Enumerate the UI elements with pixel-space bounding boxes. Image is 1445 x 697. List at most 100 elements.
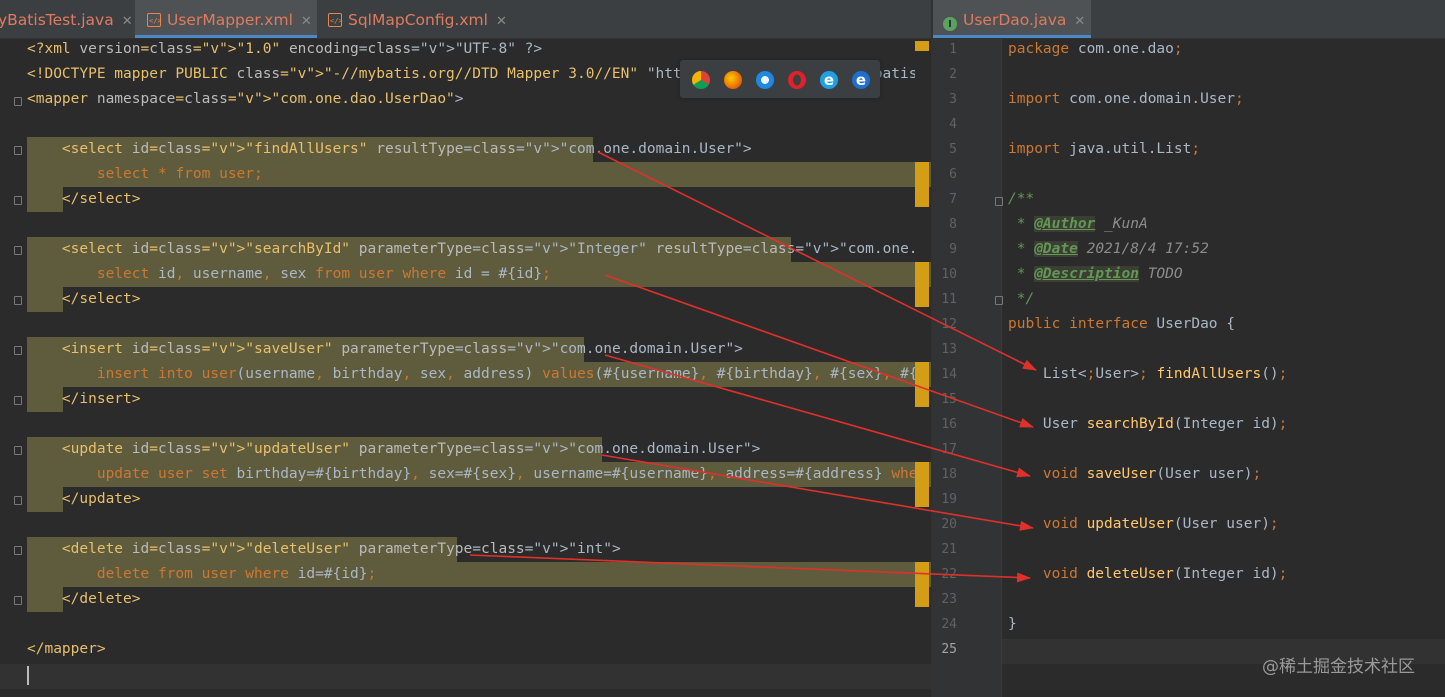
code-text: <update id=class="v">"updateUser" parame… [61, 441, 761, 457]
chrome-icon[interactable] [692, 71, 710, 89]
java-code-line: import java.util.List; [1008, 141, 1201, 157]
error-stripe-mark[interactable] [915, 462, 929, 507]
line-number: 8 [949, 217, 957, 232]
code-text: </select> [61, 191, 141, 207]
error-stripe-mark[interactable] [915, 162, 929, 207]
java-code-line: } [1008, 616, 1017, 632]
tab-label: yBatisTest.java [0, 11, 114, 29]
xml-code-line: </mapper> [0, 637, 915, 662]
left-editor-tabbar: yBatisTest.java ✕ UserMapper.xml ✕ SqlMapC… [0, 0, 931, 39]
line-number: 18 [941, 467, 957, 482]
code-text: </delete> [61, 591, 141, 607]
xml-file-icon [328, 1, 343, 38]
code-text: <mapper namespace=class="v">"com.one.dao… [27, 91, 464, 107]
code-text: delete from user where id=#{id}; [96, 566, 377, 582]
tab-label: UserMapper.xml [167, 11, 293, 29]
tab-userdao-java[interactable]: I UserDao.java ✕ [933, 0, 1091, 38]
line-number: 13 [941, 342, 957, 357]
line-number: 17 [941, 442, 957, 457]
code-text: <select id=class="v">"findAllUsers" resu… [61, 141, 752, 157]
xml-code-line: insert into user(username, birthday, sex… [0, 362, 915, 387]
java-code-line: * @Author _KunA [1008, 216, 1148, 232]
xml-code-line [0, 312, 915, 337]
right-editor-tabbar: I UserDao.java ✕ [933, 0, 1445, 39]
line-number: 16 [941, 417, 957, 432]
close-icon[interactable]: ✕ [122, 14, 133, 29]
xml-code-line [0, 212, 915, 237]
java-code-line: void saveUser(User user); [1042, 466, 1262, 482]
text-caret [27, 666, 29, 685]
code-text: <delete id=class="v">"deleteUser" parame… [61, 541, 621, 557]
line-number: 24 [941, 617, 957, 632]
line-number: 10 [941, 267, 957, 282]
opera-icon[interactable] [788, 71, 806, 89]
code-text: select id, username, sex from user where… [96, 266, 551, 282]
java-code-line: * @Description TODO [1008, 266, 1183, 282]
tab-mybatistest-java[interactable]: yBatisTest.java ✕ [0, 0, 133, 38]
xml-code-line: select * from user; [0, 162, 915, 187]
close-icon[interactable]: ✕ [301, 14, 312, 29]
xml-code-line: update user set birthday=#{birthday}, se… [0, 462, 915, 487]
line-number: 5 [949, 142, 957, 157]
java-gutter: 1 2 3 4 5 6 7 8 9 10 11 12 13 14 15 16 17 18 19 20 21 22 23 24 2… [933, 39, 1002, 697]
xml-code-line [0, 612, 915, 637]
code-text: <insert id=class="v">"saveUser" paramete… [61, 341, 743, 357]
error-stripe-mark[interactable] [915, 41, 929, 51]
line-number: 6 [949, 167, 957, 182]
error-stripe-mark[interactable] [915, 262, 929, 307]
xml-code-line [0, 662, 915, 687]
edge-icon[interactable]: e [852, 71, 870, 89]
xml-code-line: <select id=class="v">"searchById" parame… [0, 237, 915, 262]
java-editor[interactable]: 1 2 3 4 5 6 7 8 9 10 11 12 13 14 15 16 17 18 19 20 21 22 23 24 2… [933, 39, 1445, 697]
code-text: insert into user(username, birthday, sex… [96, 366, 915, 382]
xml-code-line: </select> [0, 187, 915, 212]
xml-code-line: <select id=class="v">"findAllUsers" resu… [0, 137, 915, 162]
line-number: 2 [949, 67, 957, 82]
xml-file-icon [147, 1, 162, 38]
java-code-line: import com.one.domain.User; [1008, 91, 1244, 107]
code-text: </update> [61, 491, 141, 507]
java-code-line: public interface UserDao { [1008, 316, 1236, 332]
xml-code-line: </delete> [0, 587, 915, 612]
code-text: select * from user; [96, 166, 263, 182]
code-text: <select id=class="v">"searchById" parame… [61, 241, 915, 257]
firefox-icon[interactable] [724, 71, 742, 89]
line-number: 22 [941, 567, 957, 582]
xml-code-line: </select> [0, 287, 915, 312]
java-code-line: User searchById(Integer id); [1008, 416, 1288, 432]
fold-icon[interactable] [995, 197, 1003, 206]
xml-code-line [0, 412, 915, 437]
xml-code-line: </insert> [0, 387, 915, 412]
line-number: 12 [941, 317, 957, 332]
xml-code-line: <delete id=class="v">"deleteUser" parame… [0, 537, 915, 562]
browser-preview-bar: e e [680, 60, 880, 98]
tab-sqlmapconfig-xml[interactable]: SqlMapConfig.xml ✕ [318, 0, 528, 38]
error-stripe-mark[interactable] [915, 562, 929, 607]
java-code-line: List<;User>; findAllUsers(); [1008, 366, 1288, 382]
tab-label: SqlMapConfig.xml [348, 11, 488, 29]
code-text: </mapper> [27, 641, 106, 657]
xml-code-line: <update id=class="v">"updateUser" parame… [0, 437, 915, 462]
xml-code-line: <insert id=class="v">"saveUser" paramete… [0, 337, 915, 362]
java-code-line: * @Date 2021/8/4 17:52 [1008, 241, 1209, 257]
line-number: 11 [941, 292, 957, 307]
java-code-line: */ [1008, 291, 1035, 307]
ie-icon[interactable]: e [820, 71, 838, 89]
close-icon[interactable]: ✕ [496, 14, 507, 29]
safari-icon[interactable] [756, 71, 774, 89]
xml-code-line [0, 112, 915, 137]
code-text: update user set birthday=#{birthday}, se… [96, 466, 915, 482]
error-stripe-mark[interactable] [915, 362, 929, 407]
java-code-line: /** [1008, 191, 1035, 207]
xml-editor[interactable]: <?xml version=class="v">"1.0" encoding=c… [0, 39, 931, 697]
java-code-line: void updateUser(User user); [1042, 516, 1279, 532]
code-text: </select> [61, 291, 141, 307]
line-number: 20 [941, 517, 957, 532]
fold-icon[interactable] [995, 296, 1003, 305]
line-number: 19 [941, 492, 957, 507]
tab-usermapper-xml[interactable]: UserMapper.xml ✕ [135, 0, 317, 38]
close-icon[interactable]: ✕ [1074, 14, 1085, 29]
line-number: 1 [949, 42, 957, 57]
line-number: 15 [941, 392, 957, 407]
line-number: 23 [941, 592, 957, 607]
